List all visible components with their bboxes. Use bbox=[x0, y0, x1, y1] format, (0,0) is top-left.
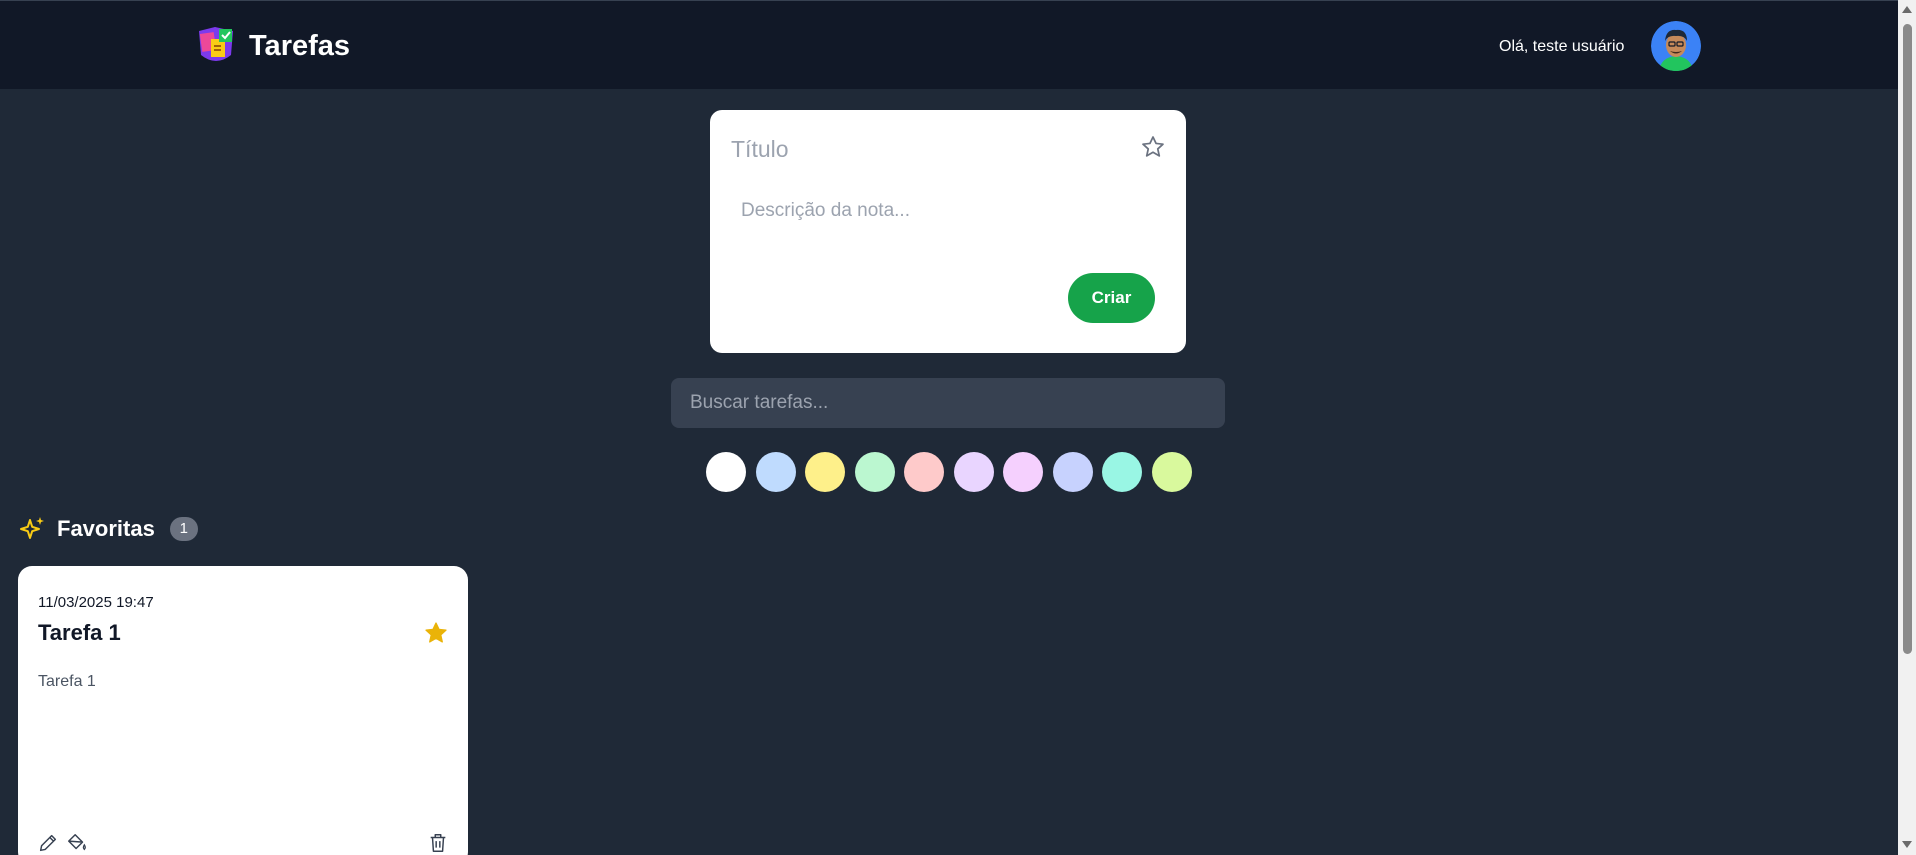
brand[interactable]: Tarefas bbox=[195, 25, 350, 67]
task-title: Tarefa 1 bbox=[38, 620, 121, 645]
search-input[interactable]: Buscar tarefas... bbox=[671, 378, 1225, 428]
color-swatch-pink[interactable] bbox=[1003, 452, 1043, 492]
star-outline-icon[interactable] bbox=[1140, 134, 1166, 160]
search-placeholder: Buscar tarefas... bbox=[690, 392, 829, 413]
color-swatch-lime[interactable] bbox=[1151, 452, 1192, 492]
favorites-header: Favoritas 1 bbox=[19, 515, 198, 543]
page-scrollbar[interactable] bbox=[1898, 0, 1916, 855]
sticky-notes-logo-icon bbox=[199, 27, 233, 61]
create-note-card: Título Descrição da nota... Criar bbox=[710, 110, 1186, 353]
note-description-input[interactable]: Descrição da nota... bbox=[741, 200, 1141, 222]
sparkles-icon bbox=[20, 517, 44, 539]
create-button[interactable]: Criar bbox=[1068, 273, 1155, 323]
favorites-count-badge: 1 bbox=[169, 517, 198, 541]
color-swatch-yellow[interactable] bbox=[805, 452, 845, 492]
color-swatch-teal[interactable] bbox=[1102, 452, 1142, 492]
trash-icon[interactable] bbox=[427, 832, 449, 854]
scroll-thumb[interactable] bbox=[1903, 24, 1912, 654]
note-title-input[interactable]: Título bbox=[731, 136, 1111, 163]
task-card[interactable]: 11/03/2025 19:47 Tarefa 1 Tarefa 1 bbox=[18, 566, 468, 855]
app-title: Tarefas bbox=[249, 29, 351, 62]
color-swatch-white[interactable] bbox=[706, 452, 746, 492]
color-swatch-green[interactable] bbox=[854, 452, 895, 492]
user-greeting: Olá, teste usuário bbox=[1499, 38, 1625, 55]
color-swatch-blue[interactable] bbox=[755, 452, 796, 492]
scroll-up-arrow[interactable] bbox=[1902, 6, 1912, 13]
scroll-down-arrow[interactable] bbox=[1902, 841, 1912, 848]
avatar-icon bbox=[1651, 21, 1701, 71]
favorites-label: Favoritas bbox=[57, 516, 155, 541]
color-swatch-purple[interactable] bbox=[953, 452, 994, 492]
color-swatch-indigo[interactable] bbox=[1052, 452, 1093, 492]
user-avatar[interactable] bbox=[1651, 21, 1701, 71]
task-description: Tarefa 1 bbox=[38, 673, 96, 690]
pencil-icon[interactable] bbox=[37, 832, 59, 854]
app-header: Tarefas Olá, teste usuário bbox=[0, 0, 1898, 89]
task-date: 11/03/2025 19:47 bbox=[38, 594, 154, 611]
star-filled-icon[interactable] bbox=[423, 620, 449, 646]
color-swatch-red[interactable] bbox=[904, 452, 944, 492]
paint-bucket-icon[interactable] bbox=[66, 832, 88, 854]
